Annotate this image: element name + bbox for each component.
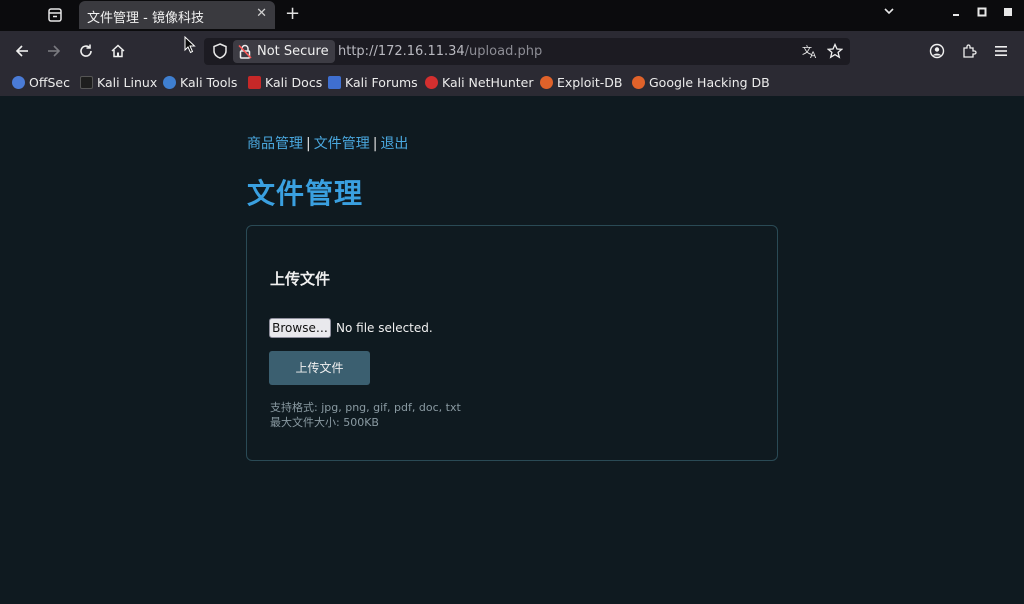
url-path: /upload.php bbox=[464, 44, 543, 59]
bookmark-label: Kali Linux bbox=[97, 75, 158, 90]
url-text[interactable]: http://172.16.11.34/upload.php bbox=[338, 44, 542, 59]
insecure-lock-icon bbox=[238, 44, 252, 59]
page-viewport: 商品管理 | 文件管理 | 退出 文件管理 上传文件 Browse… No file s… bbox=[0, 96, 1024, 604]
translate-icon[interactable]: 文A bbox=[798, 39, 822, 63]
bookmark-kali-nethunter[interactable]: Kali NetHunter bbox=[425, 75, 533, 90]
svg-text:A: A bbox=[810, 51, 817, 59]
bookmark-kali-forums[interactable]: Kali Forums bbox=[328, 75, 418, 90]
bookmark-label: Kali Docs bbox=[265, 75, 323, 90]
upload-button[interactable]: 上传文件 bbox=[269, 351, 370, 385]
forward-icon[interactable] bbox=[42, 39, 66, 63]
kali-dragon-icon bbox=[80, 76, 93, 89]
account-icon[interactable] bbox=[925, 39, 949, 63]
tab-list-icon[interactable] bbox=[44, 5, 66, 25]
exploit-db-icon bbox=[540, 76, 553, 89]
nav-separator: | bbox=[372, 136, 378, 152]
nethunter-icon bbox=[425, 76, 438, 89]
nav-link-logout[interactable]: 退出 bbox=[380, 136, 408, 152]
menu-hamburger-icon[interactable] bbox=[989, 39, 1013, 63]
upload-card: 上传文件 Browse… No file selected. 上传文件 支持格式… bbox=[246, 225, 778, 461]
bookmark-label: OffSec bbox=[29, 75, 70, 90]
new-tab-icon[interactable]: + bbox=[285, 3, 300, 24]
mouse-cursor-icon bbox=[184, 35, 196, 58]
bookmark-star-icon[interactable] bbox=[823, 39, 847, 63]
tracking-protection-shield-icon[interactable] bbox=[211, 42, 229, 60]
tab-strip: 文件管理 - 镜像科技 ✕ + bbox=[0, 0, 1024, 31]
supported-formats-hint: 支持格式: jpg, png, gif, pdf, doc, txt bbox=[270, 401, 461, 414]
max-size-hint: 最大文件大小: 500KB bbox=[270, 416, 379, 429]
kali-forums-icon bbox=[328, 76, 341, 89]
bookmark-kali-docs[interactable]: Kali Docs bbox=[248, 75, 322, 90]
tab-overflow-chevron-icon[interactable] bbox=[883, 5, 895, 20]
not-secure-label: Not Secure bbox=[257, 44, 329, 59]
kali-tools-icon bbox=[163, 76, 176, 89]
offsec-icon bbox=[12, 76, 25, 89]
bookmark-label: Kali Tools bbox=[180, 75, 238, 90]
ghdb-icon bbox=[632, 76, 645, 89]
nav-separator: | bbox=[306, 136, 311, 152]
close-tab-icon[interactable]: ✕ bbox=[256, 6, 267, 21]
file-selection-status: No file selected. bbox=[336, 321, 433, 335]
url-host: http://172.16.11.34 bbox=[338, 44, 465, 59]
minimize-icon[interactable] bbox=[951, 4, 961, 21]
not-secure-indicator[interactable]: Not Secure bbox=[233, 40, 335, 63]
kali-docs-icon bbox=[248, 76, 261, 89]
bookmark-label: Kali NetHunter bbox=[442, 75, 534, 90]
back-icon[interactable] bbox=[10, 39, 34, 63]
bookmark-kali-linux[interactable]: Kali Linux bbox=[80, 75, 157, 90]
bookmark-label: Exploit-DB bbox=[557, 75, 623, 90]
upload-card-title: 上传文件 bbox=[270, 270, 331, 288]
extensions-icon[interactable] bbox=[957, 39, 981, 63]
site-nav: 商品管理 | 文件管理 | 退出 bbox=[247, 133, 408, 153]
tab-title: 文件管理 - 镜像科技 bbox=[87, 11, 204, 26]
reload-icon[interactable] bbox=[74, 39, 98, 63]
bookmark-offsec[interactable]: OffSec bbox=[12, 75, 70, 90]
nav-link-files[interactable]: 文件管理 bbox=[314, 136, 370, 152]
browser-tab[interactable]: 文件管理 - 镜像科技 ✕ bbox=[79, 1, 275, 29]
bookmark-kali-tools[interactable]: Kali Tools bbox=[163, 75, 237, 90]
bookmark-google-hacking-db[interactable]: Google Hacking DB bbox=[632, 75, 770, 90]
home-icon[interactable] bbox=[106, 39, 130, 63]
browse-file-button[interactable]: Browse… bbox=[269, 318, 331, 338]
bookmark-exploit-db[interactable]: Exploit-DB bbox=[540, 75, 622, 90]
nav-link-products[interactable]: 商品管理 bbox=[247, 136, 303, 152]
close-window-icon[interactable] bbox=[1003, 6, 1013, 20]
maximize-icon[interactable] bbox=[977, 6, 987, 20]
bookmark-label: Google Hacking DB bbox=[649, 75, 770, 90]
bookmark-label: Kali Forums bbox=[345, 75, 418, 90]
page-title: 文件管理 bbox=[247, 177, 364, 210]
